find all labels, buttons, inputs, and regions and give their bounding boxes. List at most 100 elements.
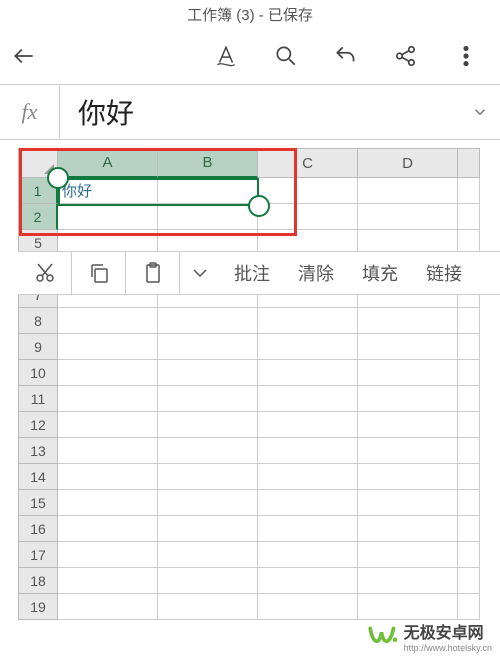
cell-C19[interactable] xyxy=(258,594,358,620)
cell-E14[interactable] xyxy=(458,464,480,490)
cell-D15[interactable] xyxy=(358,490,458,516)
cell-A16[interactable] xyxy=(58,516,158,542)
row-header-11[interactable]: 11 xyxy=(18,386,58,412)
column-header-extra[interactable] xyxy=(458,148,480,178)
row-header-1[interactable]: 1 xyxy=(18,178,58,204)
cell-A13[interactable] xyxy=(58,438,158,464)
cell-A18[interactable] xyxy=(58,568,158,594)
row-header-2[interactable]: 2 xyxy=(18,204,58,230)
cell-C18[interactable] xyxy=(258,568,358,594)
cell-E15[interactable] xyxy=(458,490,480,516)
row-header-9[interactable]: 9 xyxy=(18,334,58,360)
cell-A12[interactable] xyxy=(58,412,158,438)
cell-E17[interactable] xyxy=(458,542,480,568)
cell-E11[interactable] xyxy=(458,386,480,412)
spreadsheet-grid[interactable]: A B C D 1 你好 2 xyxy=(18,148,500,620)
cell-D1[interactable] xyxy=(358,178,458,204)
cell-B1[interactable] xyxy=(158,178,258,204)
row-header-12[interactable]: 12 xyxy=(18,412,58,438)
cell-D2[interactable] xyxy=(358,204,458,230)
select-all-corner[interactable] xyxy=(18,148,58,178)
clear-button[interactable]: 清除 xyxy=(284,260,348,286)
column-header-D[interactable]: D xyxy=(358,148,458,178)
share-button[interactable] xyxy=(390,40,422,72)
cell-D19[interactable] xyxy=(358,594,458,620)
cell-A10[interactable] xyxy=(58,360,158,386)
column-header-A[interactable]: A xyxy=(58,148,158,178)
cell-E18[interactable] xyxy=(458,568,480,594)
cell-B18[interactable] xyxy=(158,568,258,594)
cell-C14[interactable] xyxy=(258,464,358,490)
annotate-button[interactable]: 批注 xyxy=(220,260,284,286)
cell-D10[interactable] xyxy=(358,360,458,386)
cell-A11[interactable] xyxy=(58,386,158,412)
cell-E12[interactable] xyxy=(458,412,480,438)
font-style-button[interactable] xyxy=(210,40,242,72)
copy-button[interactable] xyxy=(72,252,126,294)
cell-C10[interactable] xyxy=(258,360,358,386)
cell-A15[interactable] xyxy=(58,490,158,516)
column-header-B[interactable]: B xyxy=(158,148,258,178)
cell-E19[interactable] xyxy=(458,594,480,620)
cell-D16[interactable] xyxy=(358,516,458,542)
fill-button[interactable]: 填充 xyxy=(348,260,412,286)
cell-D18[interactable] xyxy=(358,568,458,594)
paste-button[interactable] xyxy=(126,252,180,294)
cell-B15[interactable] xyxy=(158,490,258,516)
cell-D14[interactable] xyxy=(358,464,458,490)
cell-A17[interactable] xyxy=(58,542,158,568)
cell-A2[interactable] xyxy=(58,204,158,230)
cell-E1[interactable] xyxy=(458,178,480,204)
cell-A9[interactable] xyxy=(58,334,158,360)
more-button[interactable] xyxy=(450,40,482,72)
formula-expand-button[interactable] xyxy=(460,103,500,121)
cell-E2[interactable] xyxy=(458,204,480,230)
cell-B12[interactable] xyxy=(158,412,258,438)
cell-D8[interactable] xyxy=(358,308,458,334)
cell-B19[interactable] xyxy=(158,594,258,620)
cut-button[interactable] xyxy=(18,252,72,294)
cell-C15[interactable] xyxy=(258,490,358,516)
row-header-14[interactable]: 14 xyxy=(18,464,58,490)
cell-E9[interactable] xyxy=(458,334,480,360)
cell-B9[interactable] xyxy=(158,334,258,360)
cell-B14[interactable] xyxy=(158,464,258,490)
row-header-19[interactable]: 19 xyxy=(18,594,58,620)
cell-D12[interactable] xyxy=(358,412,458,438)
cell-A19[interactable] xyxy=(58,594,158,620)
cell-B10[interactable] xyxy=(158,360,258,386)
row-header-18[interactable]: 18 xyxy=(18,568,58,594)
cell-E16[interactable] xyxy=(458,516,480,542)
cell-C1[interactable] xyxy=(258,178,358,204)
formula-value[interactable]: 你好 xyxy=(60,92,460,132)
cell-D17[interactable] xyxy=(358,542,458,568)
cell-E10[interactable] xyxy=(458,360,480,386)
cell-D9[interactable] xyxy=(358,334,458,360)
back-button[interactable] xyxy=(8,40,40,72)
cell-C11[interactable] xyxy=(258,386,358,412)
cell-B17[interactable] xyxy=(158,542,258,568)
cell-C9[interactable] xyxy=(258,334,358,360)
row-header-10[interactable]: 10 xyxy=(18,360,58,386)
cell-C12[interactable] xyxy=(258,412,358,438)
cell-B13[interactable] xyxy=(158,438,258,464)
cell-A14[interactable] xyxy=(58,464,158,490)
undo-button[interactable] xyxy=(330,40,362,72)
search-button[interactable] xyxy=(270,40,302,72)
cell-B16[interactable] xyxy=(158,516,258,542)
link-button[interactable]: 链接 xyxy=(412,260,476,286)
fx-label[interactable]: fx xyxy=(0,85,60,139)
cell-A1[interactable]: 你好 xyxy=(58,178,158,204)
row-header-16[interactable]: 16 xyxy=(18,516,58,542)
row-header-15[interactable]: 15 xyxy=(18,490,58,516)
cell-C17[interactable] xyxy=(258,542,358,568)
cell-E8[interactable] xyxy=(458,308,480,334)
cell-C2[interactable] xyxy=(258,204,358,230)
cell-B2[interactable] xyxy=(158,204,258,230)
row-header-8[interactable]: 8 xyxy=(18,308,58,334)
cell-D11[interactable] xyxy=(358,386,458,412)
column-header-C[interactable]: C xyxy=(258,148,358,178)
row-header-13[interactable]: 13 xyxy=(18,438,58,464)
context-more-button[interactable] xyxy=(180,252,220,294)
cell-E13[interactable] xyxy=(458,438,480,464)
